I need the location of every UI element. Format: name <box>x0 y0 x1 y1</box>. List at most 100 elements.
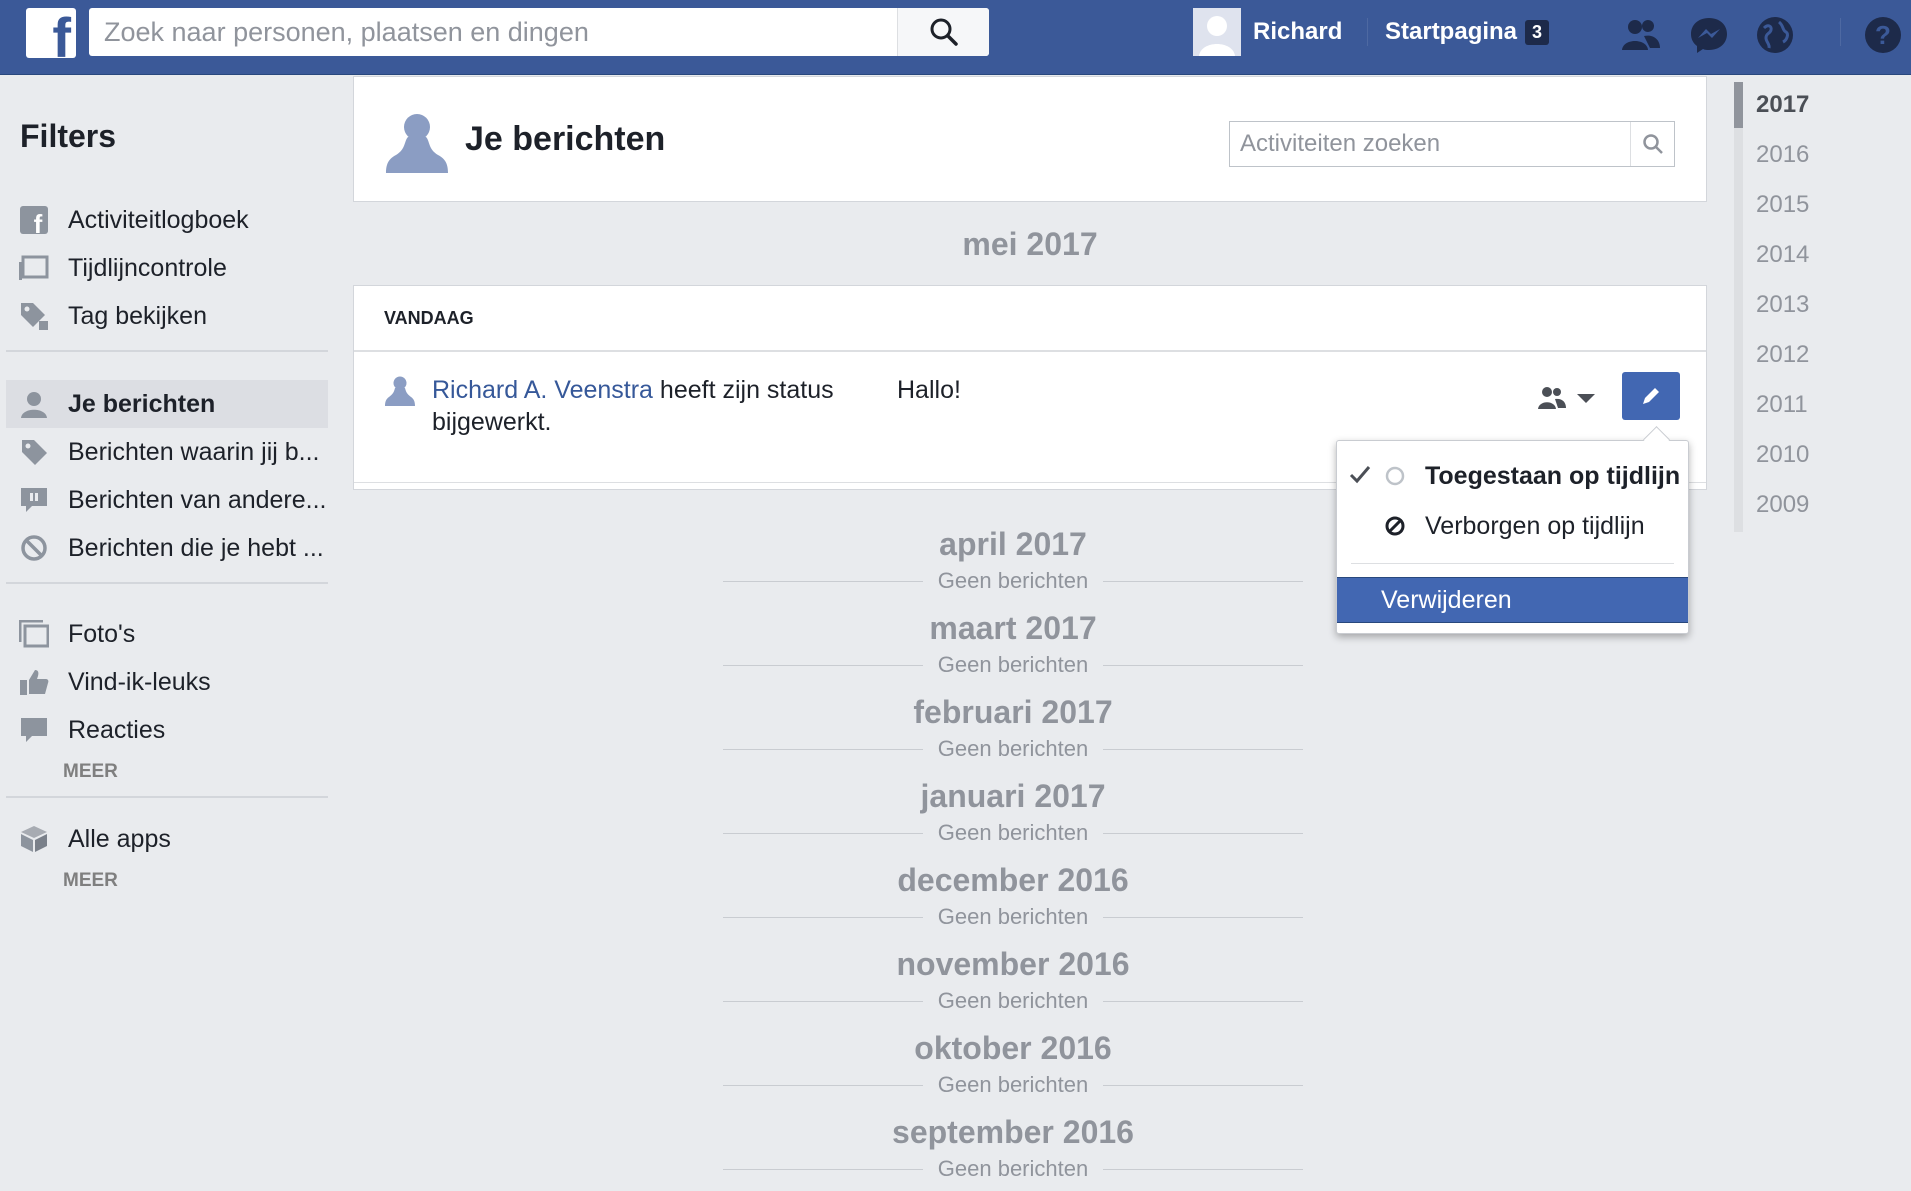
author-link[interactable]: Richard A. Veenstra <box>432 376 653 404</box>
month-section: november 2016 Geen berichten <box>723 944 1303 1016</box>
sidebar-item-tag-review[interactable]: Tag bekijken <box>6 292 328 340</box>
year-link-2010[interactable]: 2010 <box>1734 430 1884 480</box>
svg-text:f: f <box>34 209 43 234</box>
divider <box>1351 563 1674 564</box>
menu-item-delete[interactable]: Verwijderen <box>1337 577 1688 623</box>
divider <box>6 796 328 798</box>
sidebar-item-comments[interactable]: Reacties <box>6 706 328 754</box>
month-heading: april 2017 <box>939 526 1087 562</box>
year-link-2016[interactable]: 2016 <box>1734 130 1884 180</box>
page-title: Je berichten <box>465 120 666 158</box>
month-section: april 2017 Geen berichten <box>723 524 1303 596</box>
help-icon[interactable]: ? <box>1862 14 1904 56</box>
month-heading: december 2016 <box>897 862 1129 898</box>
month-heading: september 2016 <box>892 1114 1134 1150</box>
no-posts-label: Geen berichten <box>723 1070 1303 1100</box>
year-link-2015[interactable]: 2015 <box>1734 180 1884 230</box>
month-heading: mei 2017 <box>962 226 1098 262</box>
filter-group-content: Foto's Vind-ik-leuks Reacties MEER <box>6 610 328 808</box>
month-heading: oktober 2016 <box>914 1030 1112 1066</box>
year-link-2009[interactable]: 2009 <box>1734 480 1884 530</box>
tag-icon <box>18 436 50 468</box>
apps-icon <box>18 823 50 855</box>
search-icon <box>930 18 958 46</box>
search-button[interactable] <box>897 8 989 56</box>
notifications-globe-icon[interactable] <box>1754 14 1796 56</box>
divider <box>1840 18 1841 46</box>
year-link-2014[interactable]: 2014 <box>1734 230 1884 280</box>
sidebar-item-label: Tag bekijken <box>68 301 207 330</box>
profile-link[interactable]: Richard <box>1193 8 1342 56</box>
friend-requests-icon[interactable] <box>1620 14 1662 56</box>
month-section: december 2016 Geen berichten <box>723 860 1303 932</box>
sidebar-item-activity-log[interactable]: f Activiteitlogboek <box>6 196 328 244</box>
profile-silhouette-icon <box>386 114 448 173</box>
timeline-review-icon <box>18 252 50 284</box>
filter-group-posts: Je berichten Berichten waarin jij b... B… <box>6 380 328 594</box>
sidebar-item-hidden-posts[interactable]: Berichten die je hebt ... <box>6 524 328 572</box>
sidebar-item-others-posts[interactable]: Berichten van andere... <box>6 476 328 524</box>
post-options-menu: Toegestaan op tijdlijn Verborgen op tijd… <box>1336 440 1689 634</box>
sidebar-item-timeline-review[interactable]: Tijdlijncontrole <box>6 244 328 292</box>
sidebar-item-label: Berichten waarin jij b... <box>68 437 320 466</box>
global-search <box>89 8 989 56</box>
edit-button[interactable] <box>1622 372 1680 420</box>
sidebar-item-label: Berichten die je hebt ... <box>68 533 324 562</box>
sidebar-item-photos[interactable]: Foto's <box>6 610 328 658</box>
sidebar-item-tagged-posts[interactable]: Berichten waarin jij b... <box>6 428 328 476</box>
menu-item-allowed-on-timeline[interactable]: Toegestaan op tijdlijn <box>1337 451 1688 501</box>
month-heading: november 2016 <box>896 946 1130 982</box>
no-posts-label: Geen berichten <box>723 818 1303 848</box>
profile-name: Richard <box>1253 18 1343 45</box>
facebook-logo-icon[interactable]: f <box>26 8 76 58</box>
activity-description: Richard A. Veenstra heeft zijn status bi… <box>432 374 862 438</box>
month-section: februari 2017 Geen berichten <box>723 692 1303 764</box>
more-link[interactable]: MEER <box>6 754 328 790</box>
month-section: maart 2017 Geen berichten <box>723 608 1303 680</box>
facebook-icon: f <box>18 204 50 236</box>
sidebar-item-label: Alle apps <box>68 824 171 853</box>
sidebar-item-label: Je berichten <box>68 389 216 418</box>
year-link-2017[interactable]: 2017 <box>1734 80 1884 130</box>
sidebar-item-label: Vind-ik-leuks <box>68 667 211 696</box>
month-heading: maart 2017 <box>929 610 1097 646</box>
year-link-2013[interactable]: 2013 <box>1734 280 1884 330</box>
sidebar-item-all-apps[interactable]: Alle apps <box>6 815 328 863</box>
home-label: Startpagina <box>1385 18 1518 45</box>
activity-search <box>1229 121 1675 167</box>
sidebar-item-your-posts[interactable]: Je berichten <box>6 380 328 428</box>
year-link-2012[interactable]: 2012 <box>1734 330 1884 380</box>
top-navigation-bar: f Richard Startpagina 3 ? <box>0 0 1911 75</box>
status-text: Hallo! <box>897 376 961 404</box>
global-search-input[interactable] <box>89 8 897 56</box>
divider <box>1367 18 1368 46</box>
year-link-2011[interactable]: 2011 <box>1734 380 1884 430</box>
menu-item-label: Toegestaan op tijdlijn <box>1425 461 1681 490</box>
activity-search-button[interactable] <box>1630 122 1674 166</box>
tag-review-icon <box>18 300 50 332</box>
avatar <box>1193 8 1241 56</box>
divider <box>6 582 328 584</box>
messenger-icon[interactable] <box>1688 14 1730 56</box>
audience-selector[interactable] <box>1537 383 1597 413</box>
photos-icon <box>18 618 50 650</box>
menu-item-hidden-from-timeline[interactable]: Verborgen op tijdlijn <box>1337 501 1688 551</box>
comments-icon <box>18 714 50 746</box>
filter-group-log: f Activiteitlogboek Tijdlijncontrole Tag… <box>6 196 328 362</box>
sidebar-item-likes[interactable]: Vind-ik-leuks <box>6 658 328 706</box>
filters-title: Filters <box>20 118 117 154</box>
no-posts-label: Geen berichten <box>723 902 1303 932</box>
sidebar-item-label: Reacties <box>68 715 166 744</box>
month-section: september 2016 Geen berichten <box>723 1112 1303 1184</box>
no-posts-label: Geen berichten <box>723 1154 1303 1184</box>
no-posts-label: Geen berichten <box>723 566 1303 596</box>
friends-icon <box>1538 387 1566 409</box>
month-section: januari 2017 Geen berichten <box>723 776 1303 848</box>
activity-search-input[interactable] <box>1230 122 1630 166</box>
person-icon <box>18 388 50 420</box>
menu-item-label: Verborgen op tijdlijn <box>1425 511 1645 540</box>
month-section: oktober 2016 Geen berichten <box>723 1028 1303 1100</box>
sidebar-item-label: Tijdlijncontrole <box>68 253 227 282</box>
home-link[interactable]: Startpagina 3 <box>1385 8 1550 56</box>
more-link[interactable]: MEER <box>6 863 328 899</box>
